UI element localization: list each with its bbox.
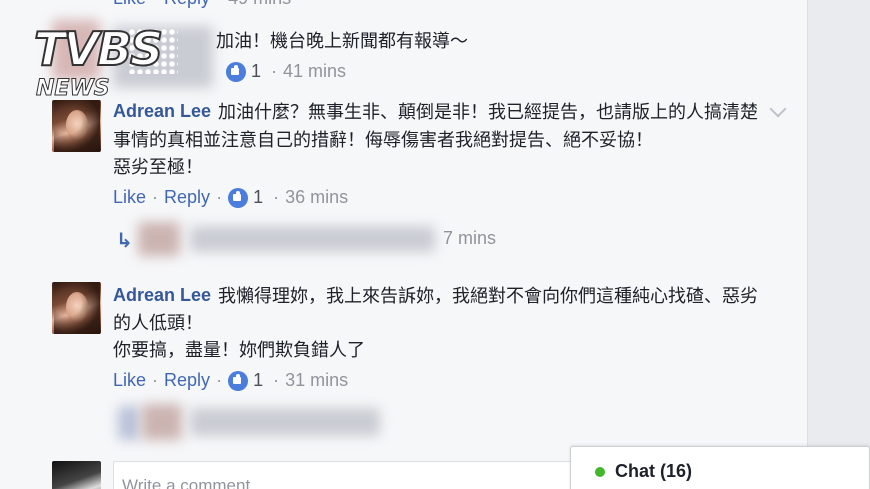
- reply-meta: 7 mins: [443, 228, 496, 249]
- comment-text-line: 我懶得理妳，我上來告訴妳，我絕對不會向你們這種純心找碴、惡劣: [218, 286, 758, 306]
- like-link[interactable]: Like: [113, 187, 146, 208]
- blurred-reply-text: [190, 226, 435, 252]
- chat-bar[interactable]: Chat (16): [570, 446, 870, 489]
- separator: ·: [271, 61, 278, 81]
- separator: ·: [152, 0, 158, 9]
- blurred-reply-text: [190, 408, 380, 436]
- comment-meta: Like · Reply · 1 · 31 mins: [113, 370, 348, 391]
- chat-label[interactable]: Chat (16): [615, 461, 692, 482]
- like-link[interactable]: Like: [113, 0, 146, 9]
- like-count[interactable]: 1: [251, 61, 261, 82]
- comment-meta: Like · Reply · 1 · 36 mins: [113, 187, 348, 208]
- page-background: [808, 0, 870, 489]
- avatar[interactable]: [52, 282, 101, 334]
- comment-input[interactable]: Write a comment...: [113, 461, 573, 489]
- comment-meta: 1 · 41 mins: [226, 61, 346, 82]
- like-link[interactable]: Like: [113, 370, 146, 391]
- separator: ·: [273, 187, 280, 207]
- comment-text-line: 你要搞，盡量！妳們欺負錯人了: [113, 340, 365, 360]
- separator: ·: [273, 370, 280, 390]
- comment-text-line: 的人低頭！: [113, 313, 203, 333]
- reply-link[interactable]: Reply: [164, 187, 210, 208]
- comment-text: 加油！機台晚上新聞都有報導～: [216, 31, 468, 51]
- logo-text-news: NEWS: [36, 76, 111, 102]
- comment-author[interactable]: Adrean Lee: [113, 101, 211, 122]
- current-user-avatar: [52, 461, 101, 489]
- like-icon: [226, 61, 246, 82]
- separator: ·: [152, 370, 159, 390]
- logo-text-tvbs: TVBS: [33, 21, 164, 77]
- comment-author[interactable]: Adrean Lee: [113, 285, 211, 306]
- reply-arrow-icon: ↳: [116, 230, 133, 252]
- separator: ·: [216, 370, 223, 390]
- blurred-avatar: [142, 404, 182, 440]
- blurred-avatar: [138, 222, 180, 256]
- tvbs-news-logo: TVBS NEWS: [30, 21, 180, 106]
- like-icon: [228, 370, 249, 391]
- comment-text-line: 加油什麼？無事生非、顛倒是非！我已經提告，也請版上的人搞清楚: [218, 102, 758, 122]
- separator: ·: [216, 187, 223, 207]
- reply-link[interactable]: Reply: [164, 0, 210, 9]
- online-status-icon: [595, 467, 605, 477]
- comment-text-line: 惡劣至極！: [113, 157, 203, 177]
- avatar[interactable]: [52, 100, 101, 152]
- timestamp[interactable]: 31 mins: [285, 370, 348, 391]
- timestamp[interactable]: 49 mins: [228, 0, 291, 9]
- separator: ·: [152, 187, 159, 207]
- like-icon: [228, 187, 249, 208]
- like-count[interactable]: 1: [253, 370, 263, 391]
- comment-text-line: 事情的真相並注意自己的措辭！侮辱傷害者我絕對提告、絕不妥協！: [113, 130, 653, 150]
- like-count[interactable]: 1: [253, 187, 263, 208]
- reply-link[interactable]: Reply: [164, 370, 210, 391]
- timestamp[interactable]: 36 mins: [285, 187, 348, 208]
- blurred-reply-indicator: [118, 406, 140, 440]
- timestamp[interactable]: 7 mins: [443, 228, 496, 249]
- top-comment-actions: Like · Reply · 49 mins: [113, 0, 291, 9]
- separator: ·: [216, 0, 222, 9]
- timestamp[interactable]: 41 mins: [283, 61, 346, 82]
